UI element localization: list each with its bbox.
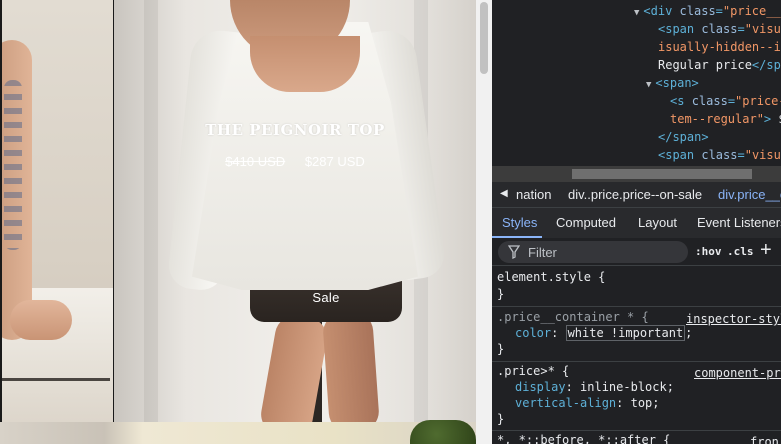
shelf-edge [2,378,110,381]
tab-computed[interactable]: Computed [556,208,616,238]
css-colon: : [565,380,581,394]
rule-declaration-vertical-align[interactable]: vertical-align: top; [515,394,660,412]
html-attribute-value: "price- [735,94,781,108]
sale-price: $287 USD [304,154,365,169]
html-attribute-value: "visu [744,148,781,162]
product-photo-left[interactable] [2,0,113,422]
rule-selector-element-style[interactable]: element.style { [497,268,605,286]
neckline [250,36,360,92]
html-attribute-name: class [701,22,738,36]
rule-divider [492,306,781,307]
dom-tree-horizontal-scrollbar[interactable] [492,166,781,182]
dom-node-line[interactable]: isually-hidden--in [658,38,781,56]
tab-layout[interactable]: Layout [638,208,677,238]
product-title[interactable]: THE PEIGNOIR TOP [114,121,476,139]
rule-source-link[interactable]: component-pri [694,364,781,382]
html-attribute-value: "visu [744,22,781,36]
price-container: $410 USD $287 USD [114,154,476,169]
html-tag-text: > [763,112,779,126]
store-page: THE PEIGNOIR TOP $410 USD $287 USD Sale [0,0,492,444]
css-property[interactable]: display [515,380,566,394]
html-attribute-name: class [701,148,738,162]
html-text-node: Regular price [658,58,752,72]
css-colon: : [616,396,631,410]
elements-dom-tree[interactable]: ▼ <div class="price__ <span class="visu isu… [492,0,781,166]
css-value[interactable]: inline-block; [580,380,674,394]
css-value-editor[interactable]: white !important [565,325,686,341]
css-colon: : [551,326,566,340]
html-attribute-value: tem--regular" [670,112,764,126]
css-semicolon: ; [685,326,693,340]
rule-declaration-color[interactable]: color: white !important; [515,324,692,342]
dom-node-line[interactable]: </span> [658,128,709,146]
dom-node-line[interactable]: tem--regular"> $ [670,110,781,128]
html-attribute-value: "price__ [722,4,781,18]
horizontal-scroll-thumb[interactable] [572,169,752,179]
breadcrumb-item[interactable]: div..price.price--on-sale [568,187,702,202]
styles-tabbar: Styles Computed Layout Event Listeners [492,208,781,238]
filter-icon [508,245,520,259]
new-style-rule-button[interactable]: + [760,239,772,262]
filter-placeholder: Filter [528,245,557,260]
arm-tattoo [4,80,22,250]
devtools-panel: ▼ <div class="price__ <span class="visu isu… [492,0,781,444]
rule-close-brace: } [497,412,505,426]
dom-node-line[interactable]: ▼ <span> [646,74,699,92]
html-attribute-value: isually-hidden--in [658,40,781,54]
html-tag-text: </span> [751,58,781,72]
next-row-photos[interactable] [0,422,476,444]
curtain-fold [144,0,158,422]
rule-selector-universal[interactable]: *, *::before, *::after { [497,431,670,444]
breadcrumb-item-selected[interactable]: div.price__c [718,187,781,202]
html-tag-text: = [737,148,745,162]
breadcrumb: ◀ nation div..price.price--on-sale div.p… [492,182,781,208]
html-tag-text: <span [658,148,702,162]
rule-source-link[interactable]: inspector-styl [686,310,781,328]
styles-rules-pane: element.style { } .price__container * { … [492,266,781,444]
styles-filter-bar: Filter :hov .cls + [492,238,781,266]
model-leg-right [321,310,381,422]
css-value[interactable]: top; [631,396,660,410]
css-property[interactable]: vertical-align [515,396,616,410]
html-tag-text: = [715,4,723,18]
rule-close-brace: } [497,342,505,356]
regular-price: $410 USD [225,154,286,169]
product-card[interactable]: THE PEIGNOIR TOP $410 USD $287 USD Sale [114,0,476,422]
filter-input[interactable] [498,241,688,263]
class-toggle[interactable]: .cls [727,245,754,258]
html-attribute-name: class [691,94,728,108]
dom-node-line[interactable]: <span class="visu [658,146,781,164]
expand-triangle-icon[interactable]: ▼ [646,80,651,90]
rule-close-brace: } [497,287,505,301]
plant-photo [410,420,476,444]
html-tag-text: <span> [655,76,699,90]
html-tag-text: = [737,22,745,36]
breadcrumb-left-arrow-icon[interactable]: ◀ [500,188,508,199]
dom-node-line[interactable]: <span class="visu [658,20,781,38]
page-scrollbar[interactable] [476,0,492,444]
scrollbar-thumb[interactable] [480,2,488,74]
dom-node-line[interactable]: Regular price</span> [658,56,781,74]
breadcrumb-item[interactable]: nation [516,187,551,202]
html-tag-text: <s [670,94,692,108]
html-tag-text: = [727,94,736,108]
sale-badge: Sale [312,290,340,305]
html-tag-text: </span> [658,130,709,144]
html-tag-text: <span [658,22,702,36]
css-property[interactable]: color [515,326,551,340]
html-attribute-name: class [679,4,716,18]
model-hand [10,300,72,340]
expand-triangle-icon[interactable]: ▼ [634,8,639,18]
tab-event-listeners[interactable]: Event Listeners [697,208,781,238]
dom-node-line[interactable]: <s class="price- [670,92,781,110]
dom-node-line[interactable]: ▼ <div class="price__ [634,2,781,20]
tab-styles[interactable]: Styles [502,208,537,238]
hover-state-toggle[interactable]: :hov [695,245,722,258]
html-tag-text: <div [643,4,680,18]
rule-source-link[interactable]: fron [750,433,779,444]
